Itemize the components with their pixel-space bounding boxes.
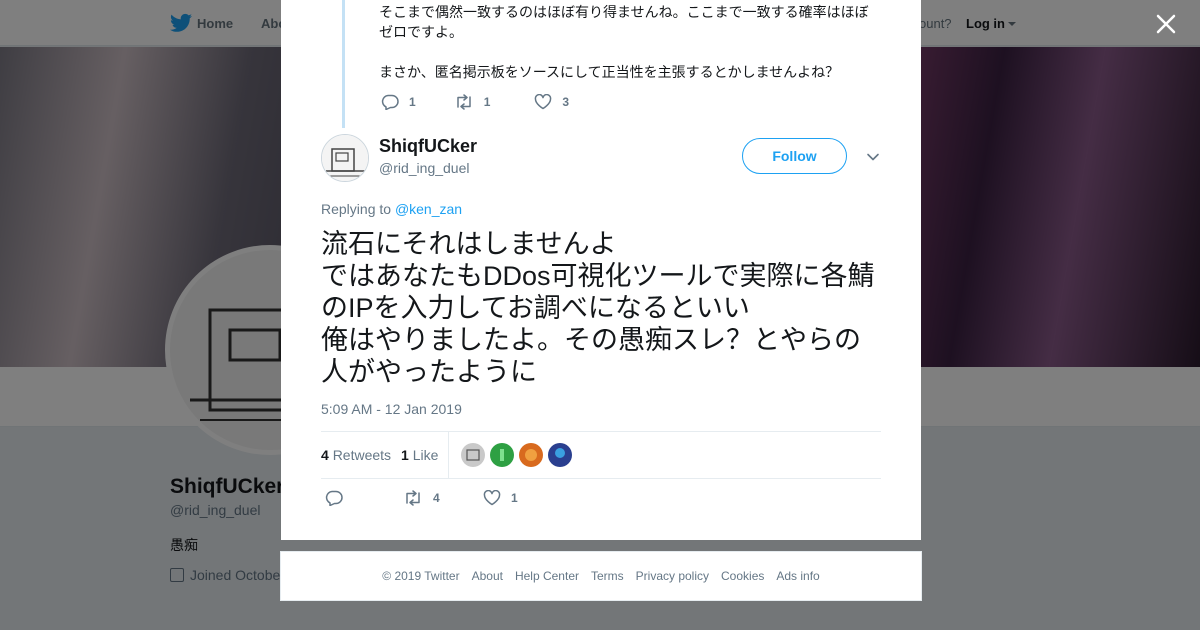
like-button[interactable]: 3 — [534, 94, 569, 110]
retweet-icon — [406, 490, 420, 506]
tweet-stats: 4 Retweets 1 Like — [321, 431, 881, 479]
tweet-modal: そこまで偶然一致するのはほぼ有り得ませんね。ここまで一致する確率はほぼゼロですよ… — [281, 0, 921, 540]
retweet-count: 1 — [483, 95, 491, 109]
previous-tweet-actions: 1 1 3 — [381, 92, 569, 112]
previous-tweet-paragraph: そこまで偶然一致するのはほぼ有り得ませんね。ここまで一致する確率はほぼゼロですよ… — [379, 4, 869, 40]
reply-icon — [325, 490, 343, 506]
follow-button[interactable]: Follow — [742, 138, 847, 174]
tweet-timestamp[interactable]: 5:09 AM - 12 Jan 2019 — [321, 401, 462, 417]
footer-link-terms[interactable]: Terms — [591, 569, 624, 583]
liker-avatar[interactable] — [461, 443, 485, 467]
replying-prefix: Replying to — [321, 201, 392, 217]
reply-icon — [381, 94, 399, 110]
replying-to-link[interactable]: @ken_zan — [395, 201, 462, 217]
chevron-down-icon[interactable] — [866, 150, 880, 164]
tweet-text: 流石にそれはしませんよ ではあなたもDDos可視化ツールで実際に各鯖のIPを入力… — [321, 229, 875, 387]
liker-avatar-image — [519, 443, 543, 467]
reply-button[interactable] — [325, 490, 343, 506]
footer-link-cookies[interactable]: Cookies — [721, 569, 764, 583]
likes-stat[interactable]: 1 Like — [401, 447, 438, 463]
retweets-stat[interactable]: 4 Retweets — [321, 447, 391, 463]
retweet-count: 4 — [433, 491, 440, 505]
retweet-button[interactable]: 1 — [454, 94, 491, 110]
footer: © 2019 Twitter About Help Center Terms P… — [280, 551, 922, 601]
stats-divider — [448, 432, 449, 478]
footer-link-ads-info[interactable]: Ads info — [776, 569, 819, 583]
retweets-label: Retweets — [332, 447, 392, 463]
previous-tweet-text: そこまで偶然一致するのはほぼ有り得ませんね。ここまで一致する確率はほぼゼロですよ… — [379, 2, 879, 82]
reply-button[interactable]: 1 — [381, 94, 416, 110]
previous-tweet-paragraph: まさか、匿名掲示板をソースにして正当性を主張するとかしませんよね？ — [379, 64, 840, 80]
author-avatar[interactable] — [321, 134, 369, 182]
retweet-button[interactable]: 4 — [403, 490, 440, 506]
thread-connector-line — [342, 0, 345, 128]
liker-avatar-image — [461, 443, 485, 467]
retweet-icon — [456, 94, 471, 110]
author-name[interactable]: ShiqfUCker — [379, 136, 477, 157]
liker-avatar-image — [548, 443, 572, 467]
like-count: 3 — [562, 95, 570, 109]
author-handle[interactable]: @rid_ing_duel — [379, 160, 470, 176]
footer-copyright: © 2019 Twitter — [382, 569, 460, 583]
liker-avatar[interactable] — [548, 443, 572, 467]
like-icon — [483, 490, 501, 506]
reply-count: 1 — [409, 95, 416, 109]
footer-link-about[interactable]: About — [472, 569, 503, 583]
liker-avatar[interactable] — [490, 443, 514, 467]
replying-to: Replying to @ken_zan — [321, 201, 462, 217]
footer-link-privacy-policy[interactable]: Privacy policy — [636, 569, 709, 583]
like-button[interactable]: 1 — [483, 490, 518, 506]
like-count: 1 — [511, 491, 518, 505]
close-icon[interactable] — [1152, 10, 1180, 38]
liker-avatar-image — [490, 443, 514, 467]
author-avatar-drawing — [322, 135, 368, 181]
like-icon — [535, 94, 552, 110]
liker-avatar[interactable] — [519, 443, 543, 467]
footer-link-help-center[interactable]: Help Center — [515, 569, 579, 583]
retweets-count: 4 — [321, 447, 329, 463]
likes-label: Like — [412, 447, 439, 463]
likes-count: 1 — [401, 447, 409, 463]
